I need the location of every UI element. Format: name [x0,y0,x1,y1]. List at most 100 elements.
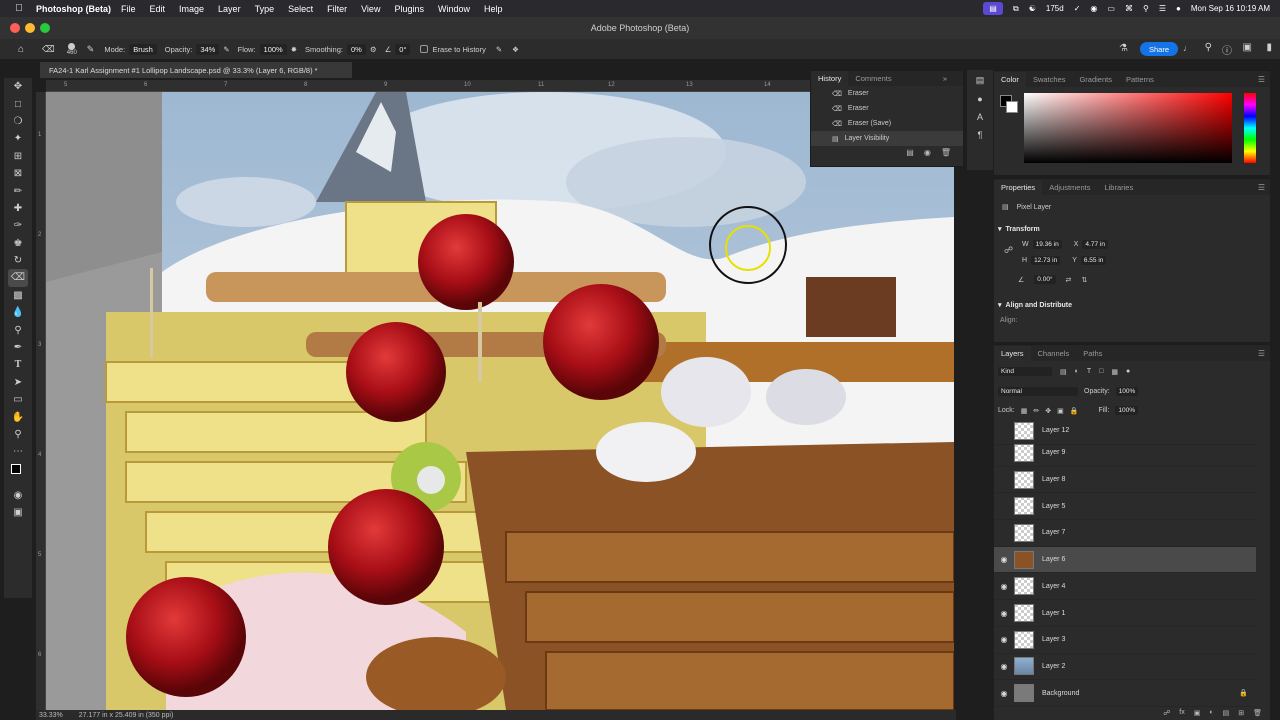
filter-smart-object-icon[interactable]: ▦ [1111,368,1118,376]
filter-pixel-icon[interactable]: ▤ [1060,368,1067,376]
flow-input[interactable]: 100% [259,43,287,55]
clone-stamp-icon[interactable]: ♚ [8,235,28,252]
smoothing-input[interactable]: 0% [346,43,366,55]
character-icon[interactable]: A [977,112,983,122]
home-icon[interactable]: ⌂ [18,44,24,55]
menu-type[interactable]: Type [255,4,275,14]
layer-row[interactable]: ◉ Layer 4 [994,574,1256,601]
layer-opacity-input[interactable]: 100% [1115,387,1139,396]
filter-toggle-icon[interactable]: ● [1126,368,1130,375]
menu-image[interactable]: Image [179,4,204,14]
bell-icon[interactable]: ♩ [1183,43,1192,53]
width-field[interactable]: 19.36 in [1032,240,1062,249]
menu-layer[interactable]: Layer [218,4,241,14]
battery-icon[interactable]: ▭ [1107,4,1115,13]
background-color-swatch[interactable] [1006,101,1018,113]
layer-row[interactable]: Layer 5 [994,493,1256,521]
transform-section[interactable]: Transform [1006,226,1040,233]
app-menu[interactable]: Photoshop (Beta) [36,4,111,14]
temperature-text[interactable]: 175d [1046,4,1064,13]
zoom-icon[interactable]: ⚲ [8,426,28,443]
menu-window[interactable]: Window [438,4,470,14]
eye-icon[interactable]: ◉ [994,555,1014,564]
new-group-icon[interactable]: ▤ [1223,709,1230,717]
share-button[interactable]: Share [1139,42,1178,56]
eye-icon[interactable]: ◉ [994,582,1014,591]
healing-brush-icon[interactable]: ✚ [8,200,28,217]
brush-icon[interactable]: ✑ [8,217,28,234]
panel-menu-icon[interactable]: ☰ [1258,349,1265,358]
menu-plugins[interactable]: Plugins [394,4,424,14]
fx-icon[interactable]: fx [1179,709,1184,717]
collapse-panel-icon[interactable]: » [943,74,947,83]
close-window-button[interactable] [10,23,20,33]
help-icon[interactable]: ⓘ [1222,42,1232,57]
control-center-icon[interactable]: ☰ [1159,4,1166,13]
symmetry-icon[interactable]: ❖ [512,45,519,54]
magic-wand-icon[interactable]: ✦ [8,130,28,147]
canvas[interactable] [46,92,954,710]
zoom-window-button[interactable] [40,23,50,33]
tab-layers[interactable]: Layers [994,345,1031,361]
crop-icon[interactable]: ⊞ [8,148,28,165]
filter-type-icon[interactable]: T [1087,368,1091,375]
layer-filter-select[interactable]: Kind [998,367,1052,376]
eye-icon[interactable]: ◉ [994,662,1014,671]
panel-menu-icon[interactable]: ☰ [1258,183,1265,192]
link-icon[interactable]: ☍ [1004,245,1013,256]
layer-row[interactable]: ◉ Layer 6 [994,546,1256,574]
airbrush-icon[interactable]: ✸ [291,45,297,54]
datetime[interactable]: Mon Sep 16 10:19 AM [1191,4,1270,13]
layer-row[interactable]: Layer 8 [994,467,1256,494]
search-icon[interactable]: ⚲ [1205,42,1212,53]
minimize-window-button[interactable] [25,23,35,33]
layer-row[interactable]: ◉ Background 🔒 [994,680,1256,707]
brush-settings-icon[interactable]: ✎ [87,44,95,55]
flip-horizontal-icon[interactable]: ⇄ [1066,276,1072,284]
quick-mask-icon[interactable]: ◉ [8,487,28,504]
move-icon[interactable]: ✥ [8,78,28,95]
hand-icon[interactable]: ✋ [8,408,28,425]
tab-properties[interactable]: Properties [994,179,1043,195]
y-field[interactable]: 6.55 in [1080,256,1107,265]
copy-icon[interactable]: ⧉ [1013,4,1019,14]
link-layers-icon[interactable]: ☍ [1163,709,1170,717]
lasso-icon[interactable]: ❍ [8,113,28,130]
smoothing-settings-icon[interactable]: ⚙ [370,45,377,54]
apple-icon[interactable]:  [12,3,26,14]
layer-row[interactable]: Layer 7 [994,520,1256,547]
history-brush-icon[interactable]: ↻ [8,252,28,269]
blend-mode-select[interactable]: Normal [998,387,1078,396]
history-item[interactable]: ⌫ Eraser [811,86,963,101]
history-item[interactable]: ⌫ Eraser (Save) [811,116,963,131]
dodge-icon[interactable]: ⚲ [8,321,28,338]
lock-position-icon[interactable]: ✥ [1045,407,1051,415]
layer-row[interactable]: ◉ Layer 2 [994,654,1256,681]
menu-filter[interactable]: Filter [327,4,347,14]
tab-channels[interactable]: Channels [1031,346,1077,361]
search-icon[interactable]: ⚲ [1143,4,1149,13]
history-item[interactable]: ▤ Layer Visibility [811,131,963,146]
more-tools-icon[interactable]: ⋯ [8,443,28,460]
angle-field[interactable]: 0.00° [1034,275,1056,284]
tab-patterns[interactable]: Patterns [1119,72,1161,87]
creative-cloud-icon[interactable]: ☯ [1029,4,1036,13]
gradient-icon[interactable]: ▩ [8,287,28,304]
angle-input[interactable]: 0° [395,43,411,55]
eraser-preset-icon[interactable]: ⌫ [42,44,55,55]
lock-transparent-icon[interactable]: ▦ [1021,407,1028,415]
trash-icon[interactable]: 🗑 [941,148,951,157]
trash-icon[interactable]: 🗑 [1253,709,1262,717]
eraser-icon[interactable]: ⌫ [8,269,28,287]
brush-panel-icon[interactable]: ● [977,94,982,104]
hue-slider[interactable] [1244,93,1256,163]
history-item[interactable]: ⌫ Eraser [811,101,963,116]
lock-all-icon[interactable]: 🔒 [1070,407,1079,415]
menu-select[interactable]: Select [288,4,313,14]
filter-adjustment-icon[interactable]: ◐ [1075,368,1079,375]
tab-comments[interactable]: Comments [848,71,898,86]
align-section[interactable]: Align and Distribute [1006,302,1073,309]
pen-icon[interactable]: ✒ [8,339,28,356]
menu-help[interactable]: Help [484,4,503,14]
type-icon[interactable]: T [8,356,28,373]
